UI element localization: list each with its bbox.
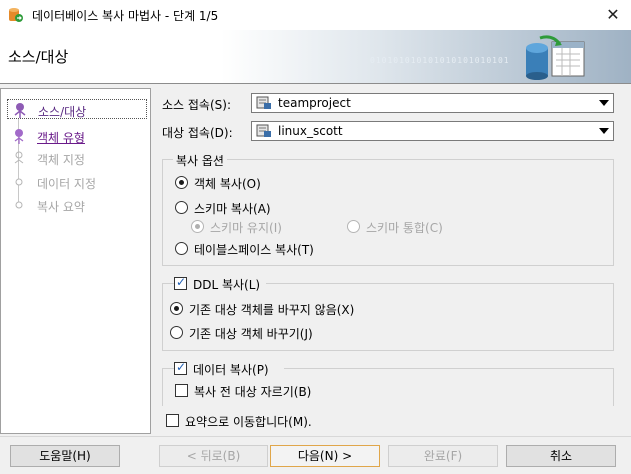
copy-wizard-window: 데이터베이스 복사 마법사 - 단계 1/5 ✕ 소스/대상 010101010… — [0, 0, 631, 474]
radio-unselected — [347, 220, 360, 233]
radio-unselected — [175, 201, 188, 214]
pending-step-icon — [14, 151, 24, 164]
checkbox-checked — [174, 275, 187, 290]
step-label: 객체 유형 — [37, 131, 85, 145]
replace-label: 기존 대상 객체 바꾸기(J) — [189, 327, 313, 341]
target-connection-label: 대상 접속(D): — [162, 126, 233, 140]
keep-schema-label: 스키마 유지(I) — [210, 221, 282, 235]
step-specify-objects: 객체 지정 — [7, 148, 147, 168]
step-object-types[interactable]: 객체 유형 — [7, 126, 147, 146]
close-icon[interactable]: ✕ — [595, 0, 631, 30]
data-copy-label: 데이터 복사(P) — [193, 363, 269, 377]
target-connection-value: linux_scott — [278, 124, 343, 138]
truncate-label: 복사 전 대상 자르기(B) — [194, 385, 312, 399]
pending-step-icon — [15, 201, 23, 209]
step-copy-summary: 복사 요약 — [7, 195, 147, 215]
radio-selected — [170, 302, 183, 315]
page-title: 소스/대상 — [8, 48, 69, 66]
step-label: 데이터 지정 — [37, 177, 97, 191]
ddl-copy-checkbox[interactable]: DDL 복사(L) — [174, 275, 266, 293]
checkbox-unchecked — [175, 384, 188, 397]
step-label: 복사 요약 — [37, 200, 85, 214]
ddl-copy-label: DDL 복사(L) — [193, 278, 261, 292]
cancel-button[interactable]: 취소 — [506, 445, 616, 467]
radio-unselected — [170, 326, 183, 339]
wizard-steps-nav: 소스/대상 객체 유형 객체 지정 데이터 지정 복사 요약 — [0, 88, 151, 434]
step-specify-data: 데이터 지정 — [7, 172, 147, 192]
wizard-header: 소스/대상 010101010101010101010101 — [0, 30, 631, 84]
goto-summary-label: 요약으로 이동합니다(M). — [185, 415, 312, 429]
title-bar: 데이터베이스 복사 마법사 - 단계 1/5 ✕ — [0, 0, 631, 30]
database-copy-app-icon — [9, 8, 23, 22]
step-source-target[interactable]: 소스/대상 — [7, 99, 147, 119]
tablespace-copy-label: 테이블스페이스 복사(T) — [194, 243, 314, 257]
pending-step-icon — [15, 178, 23, 186]
chevron-down-icon — [599, 128, 609, 134]
radio-selected — [175, 176, 188, 189]
help-button[interactable]: 도움말(H) — [10, 445, 120, 467]
step-label: 객체 지정 — [37, 153, 85, 167]
target-connection-select[interactable]: linux_scott — [251, 121, 614, 141]
checkbox-checked — [174, 360, 187, 375]
chevron-down-icon — [599, 100, 609, 106]
connection-icon — [256, 96, 271, 109]
object-copy-label: 객체 복사(O) — [194, 177, 261, 191]
radio-unselected — [175, 242, 188, 255]
next-step-icon — [14, 129, 24, 144]
source-connection-value: teamproject — [278, 96, 351, 110]
source-connection-select[interactable]: teamproject — [251, 93, 614, 113]
connection-icon — [256, 124, 271, 137]
window-title: 데이터베이스 복사 마법사 - 단계 1/5 — [32, 9, 219, 23]
checkbox-unchecked — [166, 414, 179, 427]
step-label: 소스/대상 — [38, 105, 87, 119]
next-button[interactable]: 다음(N) > — [270, 445, 380, 467]
database-copy-icon — [526, 35, 585, 80]
source-connection-label: 소스 접속(S): — [162, 98, 231, 112]
current-step-icon — [14, 103, 26, 118]
data-copy-checkbox[interactable]: 데이터 복사(P) — [174, 360, 284, 378]
back-button[interactable]: < 뒤로(B) — [159, 445, 268, 467]
merge-schema-label: 스키마 통합(C) — [366, 221, 443, 235]
finish-button[interactable]: 완료(F) — [388, 445, 498, 467]
copy-options-title: 복사 옵션 — [173, 152, 227, 169]
header-binary-decoration: 010101010101010101010101 — [370, 56, 510, 65]
radio-selected — [191, 220, 204, 233]
no-replace-label: 기존 대상 객체를 바꾸지 않음(X) — [189, 303, 355, 317]
schema-copy-label: 스키마 복사(A) — [194, 202, 271, 216]
footer-divider — [0, 436, 631, 437]
